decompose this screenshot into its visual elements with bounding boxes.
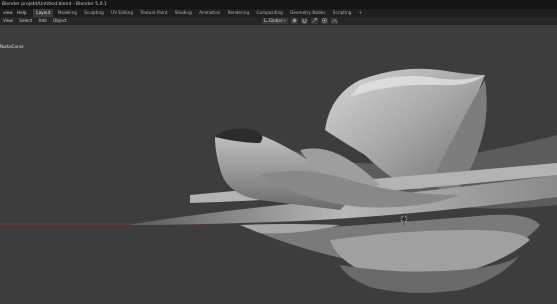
tab-shading[interactable]: Shading — [172, 9, 195, 17]
falloff-icon — [331, 18, 337, 25]
tab-sculpting[interactable]: Sculpting — [81, 9, 107, 17]
tab-modeling[interactable]: Modeling — [55, 9, 80, 17]
menu-view[interactable]: view — [3, 9, 13, 17]
menu-select[interactable]: Select — [19, 17, 32, 25]
snap-options-button[interactable] — [310, 17, 318, 25]
proportional-falloff-button[interactable] — [330, 18, 338, 25]
menu-add[interactable]: Add — [39, 17, 47, 25]
title-bar: Blender projekt/Untitled.blend - Blender… — [0, 0, 557, 9]
pivot-point-button[interactable] — [290, 17, 298, 25]
window-title: Blender projekt/Untitled.blend - Blender… — [2, 2, 107, 7]
active-object-label: NurbsCurve — [0, 44, 24, 49]
tab-geometry-nodes[interactable]: Geometry Nodes — [287, 9, 328, 17]
viewport-header-tools: Global — [262, 17, 338, 25]
tab-uv-editing[interactable]: UV Editing — [108, 9, 136, 17]
proportional-edit-toggle[interactable] — [320, 17, 328, 25]
menu-help[interactable]: Help — [17, 9, 27, 17]
snap-icon — [312, 17, 317, 25]
menu-view-3d[interactable]: View — [3, 17, 13, 25]
chevron-down-icon — [282, 18, 286, 24]
tab-rendering[interactable]: Rendering — [225, 9, 252, 17]
transform-orientation-icon — [264, 18, 268, 24]
3d-viewport[interactable] — [0, 25, 557, 300]
transform-orientation-label: Global — [269, 18, 282, 23]
tab-layout[interactable]: Layout — [33, 9, 54, 17]
snap-toggle[interactable] — [300, 18, 308, 25]
tab-scripting[interactable]: Scripting — [330, 9, 355, 17]
tab-animation[interactable]: Animation — [196, 9, 223, 17]
add-workspace-button[interactable]: + — [356, 9, 366, 17]
top-menu-bar: view Help Layout Modeling Sculpting UV E… — [0, 9, 557, 17]
magnet-icon — [302, 18, 307, 25]
proportional-edit-icon — [322, 17, 327, 25]
tab-compositing[interactable]: Compositing — [254, 9, 286, 17]
transform-orientation-dropdown[interactable]: Global — [262, 18, 288, 24]
pivot-icon — [291, 17, 297, 25]
menu-object[interactable]: Object — [53, 17, 67, 25]
viewport-canvas[interactable] — [0, 25, 557, 300]
tab-texture-paint[interactable]: Texture Paint — [137, 9, 170, 17]
